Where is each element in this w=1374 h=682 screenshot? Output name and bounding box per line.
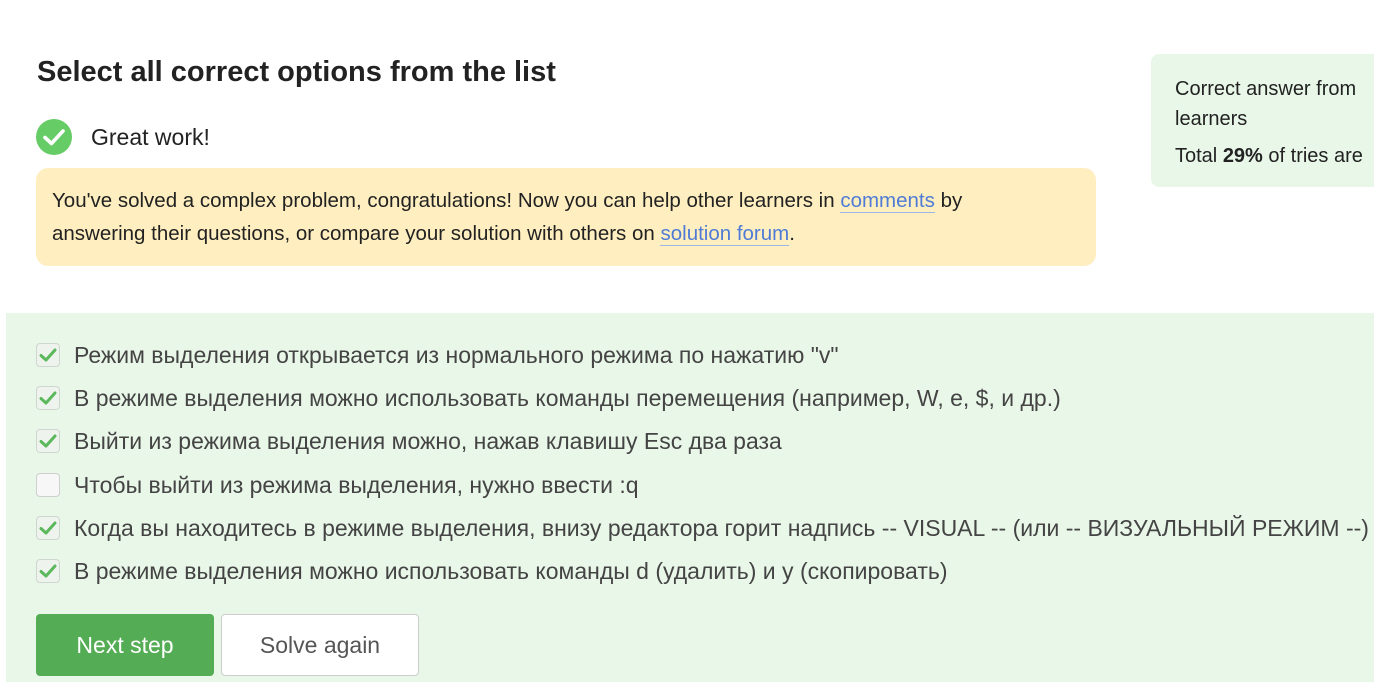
learner-stats-panel: Correct answer from learners Total 29% o… bbox=[1151, 54, 1374, 187]
option-3[interactable]: Выйти из режима выделения можно, нажав к… bbox=[36, 427, 782, 455]
comments-link[interactable]: comments bbox=[840, 189, 935, 213]
notice-text: answering their questions, or compare yo… bbox=[52, 222, 661, 245]
option-label: В режиме выделения можно использовать ко… bbox=[74, 557, 948, 584]
stats-line: Correct answer from bbox=[1175, 78, 1357, 100]
notice-text: You've solved a complex problem, congrat… bbox=[52, 189, 841, 212]
option-checkbox[interactable] bbox=[36, 386, 60, 410]
stats-total-percent: 29% bbox=[1222, 145, 1263, 167]
option-label: В режиме выделения можно использовать ко… bbox=[74, 384, 1061, 411]
answer-options: Режим выделения открывается из нормально… bbox=[6, 313, 1374, 682]
option-label: Когда вы находитесь в режиме выделения, … bbox=[74, 514, 1369, 541]
quiz-page: Select all correct options from the list… bbox=[0, 0, 1374, 682]
result-status: Great work! bbox=[36, 119, 210, 155]
stats-total-prefix: Total bbox=[1175, 145, 1223, 167]
option-checkbox[interactable] bbox=[36, 343, 60, 367]
solve-again-button[interactable]: Solve again bbox=[221, 614, 419, 676]
option-label: Режим выделения открывается из нормально… bbox=[74, 341, 839, 368]
checkmark-icon bbox=[39, 434, 57, 448]
option-6[interactable]: В режиме выделения можно использовать ко… bbox=[36, 557, 948, 585]
option-label: Чтобы выйти из режима выделения, нужно в… bbox=[74, 471, 639, 498]
notice-line-2: answering their questions, or compare yo… bbox=[52, 217, 1080, 250]
checkmark-icon bbox=[39, 348, 57, 362]
checkmark-icon bbox=[39, 564, 57, 578]
option-checkbox[interactable] bbox=[36, 429, 60, 453]
notice-text: by bbox=[934, 189, 963, 212]
result-message: Great work! bbox=[91, 123, 210, 150]
option-2[interactable]: В режиме выделения можно использовать ко… bbox=[36, 384, 1061, 412]
option-4[interactable]: Чтобы выйти из режима выделения, нужно в… bbox=[36, 471, 639, 499]
option-checkbox[interactable] bbox=[36, 473, 60, 497]
option-checkbox[interactable] bbox=[36, 516, 60, 540]
notice-text: . bbox=[789, 222, 795, 245]
checkmark-icon bbox=[39, 521, 57, 535]
solved-notice: You've solved a complex problem, congrat… bbox=[36, 168, 1096, 266]
step-title: Select all correct options from the list bbox=[37, 56, 556, 88]
option-5[interactable]: Когда вы находитесь в режиме выделения, … bbox=[36, 514, 1369, 542]
next-step-button[interactable]: Next step bbox=[36, 614, 214, 676]
success-check-icon bbox=[36, 119, 72, 155]
option-1[interactable]: Режим выделения открывается из нормально… bbox=[36, 341, 839, 369]
option-checkbox[interactable] bbox=[36, 559, 60, 583]
option-label: Выйти из режима выделения можно, нажав к… bbox=[74, 427, 782, 454]
stats-total: Total 29% of tries are bbox=[1175, 141, 1374, 171]
stats-line: learners bbox=[1175, 108, 1248, 130]
checkmark-icon bbox=[39, 391, 57, 405]
notice-line-1: You've solved a complex problem, congrat… bbox=[52, 184, 1080, 217]
stats-total-suffix: of tries are bbox=[1262, 145, 1363, 167]
solution-forum-link[interactable]: solution forum bbox=[660, 222, 790, 246]
